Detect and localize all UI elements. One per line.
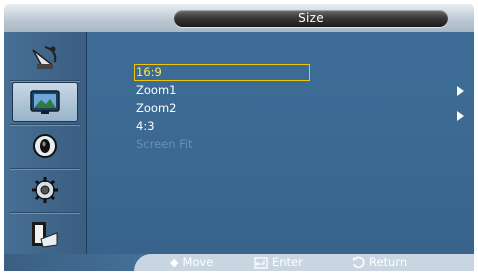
guide-enter[interactable]: Enter [254, 255, 303, 270]
input-icon [32, 222, 58, 248]
sidebar-item-channel[interactable] [12, 38, 78, 78]
menu-item-label: Zoom1 [136, 83, 177, 97]
guide-return[interactable]: Return [352, 255, 407, 270]
enter-icon [254, 256, 268, 269]
picture-icon [30, 90, 60, 114]
menu-item-zoom2[interactable]: Zoom2 [134, 100, 310, 117]
sidebar [4, 32, 87, 254]
submenu-arrow-icon [457, 86, 464, 96]
sound-icon [33, 134, 57, 158]
menu-item-label: Zoom2 [136, 101, 177, 115]
return-icon [353, 256, 365, 269]
guide-return-label: Return [369, 255, 408, 269]
osd-window: Size 16:9 Zoom1 Zoom2 4:3 Screen Fit ◆ M… [4, 4, 474, 271]
menu-panel: 16:9 Zoom1 Zoom2 4:3 Screen Fit [87, 32, 474, 254]
title-bar: Size [4, 4, 474, 32]
sidebar-item-sound[interactable] [12, 126, 78, 166]
menu-item-16-9[interactable]: 16:9 [134, 64, 310, 81]
sidebar-item-input[interactable] [12, 214, 78, 254]
menu-item-4-3[interactable]: 4:3 [134, 118, 310, 135]
guide-move-label: Move [182, 255, 214, 269]
guide-bar: ◆ Move Enter Return [4, 254, 474, 271]
menu-item-screen-fit: Screen Fit [134, 136, 310, 153]
menu-item-label: 4:3 [136, 119, 155, 133]
menu-item-label: 16:9 [136, 65, 162, 79]
submenu-arrow-icon [457, 111, 464, 121]
menu-item-label: Screen Fit [136, 137, 193, 151]
guide-move: ◆ Move [170, 255, 213, 270]
page-title: Size [174, 10, 448, 27]
sidebar-item-picture[interactable] [12, 82, 78, 122]
up-down-arrow-icon: ◆ [170, 256, 179, 269]
setup-gear-icon [32, 177, 58, 203]
menu-item-zoom1[interactable]: Zoom1 [134, 82, 310, 99]
satellite-dish-icon [32, 46, 57, 69]
sidebar-item-setup[interactable] [12, 170, 78, 210]
guide-enter-label: Enter [272, 255, 303, 269]
